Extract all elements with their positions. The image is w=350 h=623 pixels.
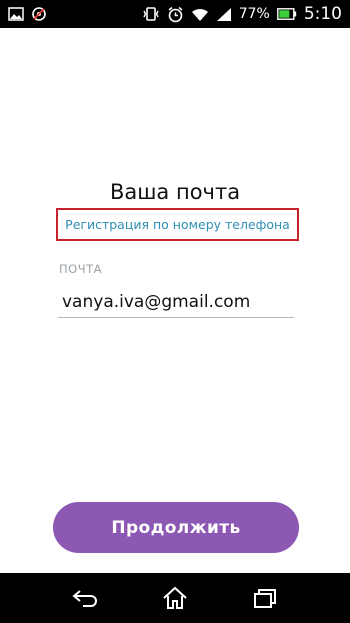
email-input[interactable]	[58, 286, 294, 318]
wifi-icon	[191, 7, 209, 22]
status-left	[8, 6, 47, 22]
home-icon[interactable]	[155, 578, 195, 618]
sync-disabled-icon	[31, 6, 47, 22]
vibrate-icon	[142, 6, 160, 22]
phone-registration-link[interactable]: Регистрация по номеру телефона	[65, 217, 290, 232]
status-bar: 77% 5:10	[0, 0, 350, 28]
signal-icon	[216, 7, 232, 22]
alarm-clock-icon	[167, 6, 184, 23]
recent-apps-icon[interactable]	[245, 578, 285, 618]
navigation-bar	[0, 573, 350, 623]
back-icon[interactable]	[65, 578, 105, 618]
email-label: ПОЧТА	[59, 262, 102, 276]
phone-registration-highlight[interactable]: Регистрация по номеру телефона	[56, 208, 299, 241]
status-time: 5:10	[303, 4, 342, 24]
page-title: Ваша почта	[109, 180, 241, 204]
battery-icon	[276, 8, 297, 20]
continue-button[interactable]: Продолжить	[53, 502, 299, 553]
gallery-icon	[8, 7, 24, 21]
battery-fill	[279, 10, 290, 18]
battery-percent: 77%	[238, 6, 270, 22]
status-right: 77% 5:10	[142, 4, 342, 24]
